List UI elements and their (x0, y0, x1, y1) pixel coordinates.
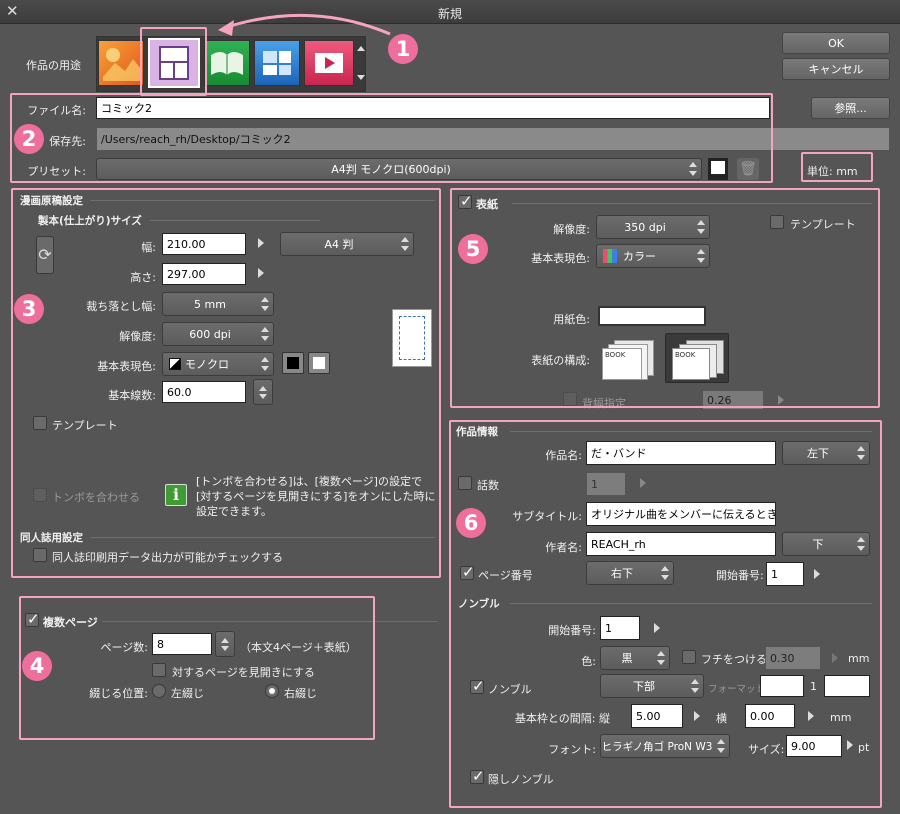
work-info-highlight (449, 420, 882, 808)
manga-highlight (11, 188, 441, 578)
unit-highlight (801, 152, 873, 182)
badge-4: 4 (22, 651, 52, 681)
cancel-button[interactable]: キャンセル (782, 58, 890, 80)
usage-scroll[interactable] (356, 46, 366, 80)
ok-button[interactable]: OK (782, 32, 890, 54)
illustration-usage-icon[interactable] (98, 40, 144, 86)
cover-highlight (450, 188, 880, 408)
badge-1: 1 (388, 34, 418, 64)
window-title: 新規 (437, 7, 462, 21)
badge-5: 5 (458, 234, 488, 264)
multi-page-highlight (19, 596, 375, 740)
badge-2: 2 (14, 124, 44, 154)
usage-label: 作品の用途 (26, 59, 81, 72)
file-highlight (10, 93, 773, 183)
usage-highlight (140, 27, 207, 96)
annotation-arrow (218, 13, 391, 36)
badge-6: 6 (456, 508, 486, 538)
title-bar: ✕ 新規 (0, 0, 900, 24)
browse-button[interactable]: 参照... (811, 97, 890, 119)
badge-3: 3 (14, 294, 44, 324)
